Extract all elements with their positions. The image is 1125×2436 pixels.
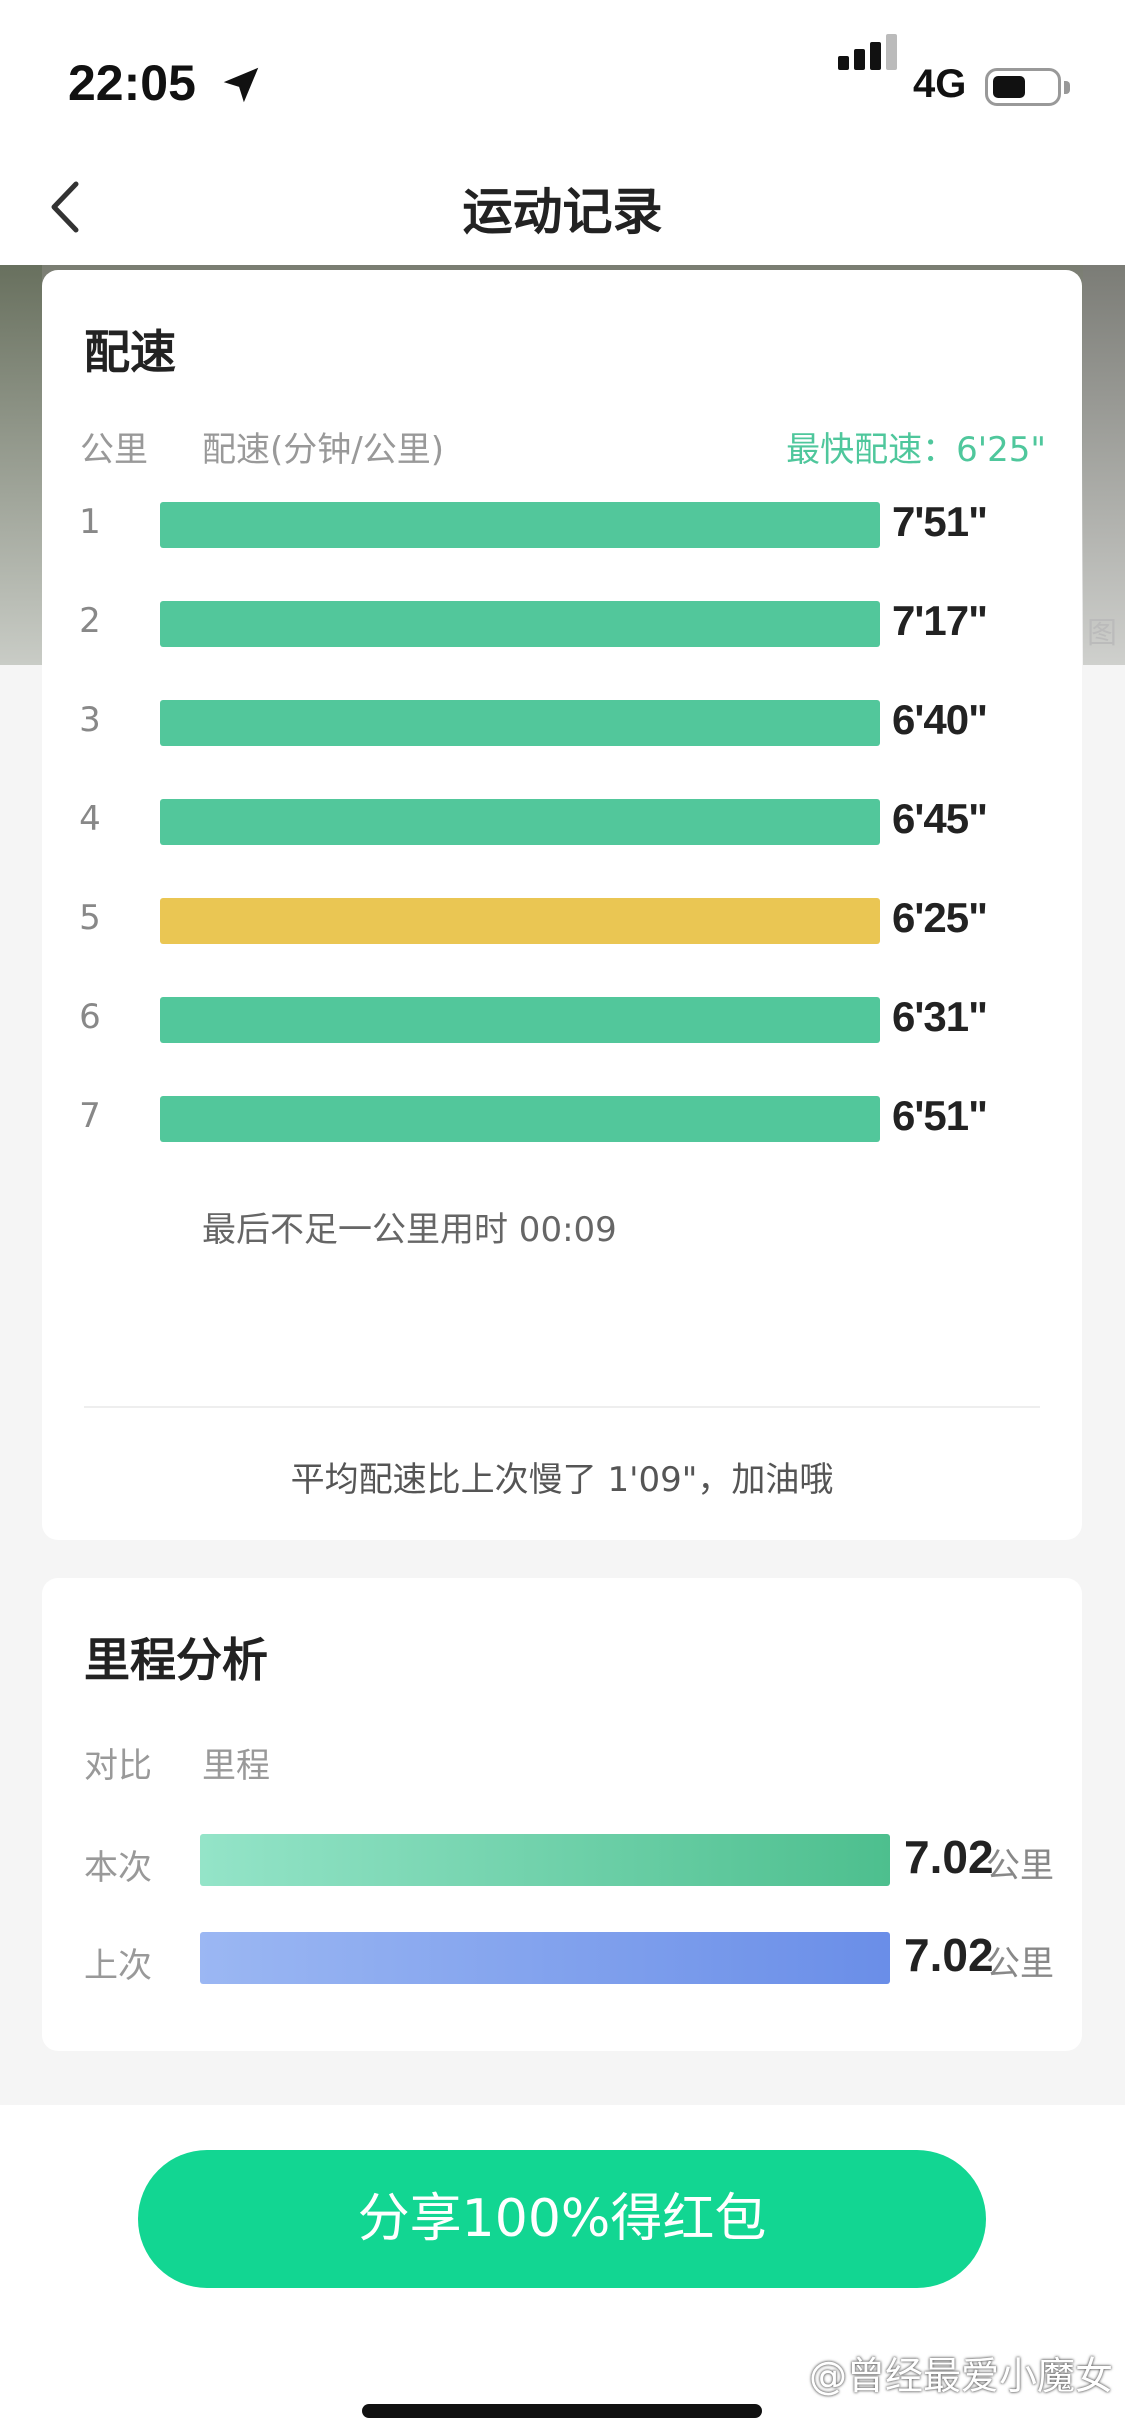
mileage-card: 里程分析 对比 里程 本次 7.02 公里 上次 7.02 公里: [42, 1578, 1082, 2051]
page-title: 运动记录: [462, 183, 663, 241]
mileage-card-title: 里程分析: [84, 1633, 268, 1687]
pace-row-km: 6: [79, 997, 101, 1037]
mileage-column-header: 里程: [202, 1746, 270, 1786]
last-segment-time: 最后不足一公里用时 00:09: [202, 1210, 617, 1250]
pace-row-km: 5: [79, 898, 101, 938]
pace-bar: [160, 898, 880, 944]
pace-value-label: 7'17": [892, 597, 988, 644]
photo-tag: 图: [1087, 616, 1117, 651]
pace-row-km: 1: [79, 502, 101, 542]
pace-value-label: 6'45": [892, 795, 988, 842]
pace-bar: [160, 1096, 880, 1142]
pace-card: 配速 公里 配速(分钟/公里) 最快配速：6'25" 1 7'51" 2 7'17" 3…: [42, 270, 1082, 1540]
mileage-row-label: 本次: [84, 1848, 152, 1888]
pace-bar: [160, 799, 880, 845]
mileage-bar: [200, 1932, 890, 1984]
km-column-header: 公里: [80, 430, 148, 470]
bottom-action-area: 分享100%得红包 @曾经最爱小魔女: [0, 2105, 1125, 2436]
mileage-value: 7.02: [904, 1831, 994, 1883]
mileage-value: 7.02: [904, 1929, 994, 1981]
pace-column-header: 配速(分钟/公里): [202, 430, 444, 470]
status-bar: 22:05 4G: [0, 0, 1125, 150]
pace-row-km: 2: [79, 601, 101, 641]
network-type: 4G: [913, 62, 967, 106]
nav-bar: 运动记录: [0, 150, 1125, 265]
location-arrow-icon: [223, 67, 259, 103]
watermark: @曾经最爱小魔女: [808, 2354, 1113, 2398]
pace-value-label: 7'51": [892, 498, 988, 545]
mileage-unit: 公里: [986, 1846, 1054, 1886]
fastest-pace-value: 6'25": [956, 430, 1046, 470]
pace-compare-text: 平均配速比上次慢了 1'09"，加油哦: [290, 1460, 834, 1500]
pace-row-km: 7: [79, 1096, 101, 1136]
mileage-bar: [200, 1834, 890, 1886]
fastest-pace: 最快配速：6'25": [786, 422, 1046, 471]
pace-row-km: 4: [79, 799, 101, 839]
pace-value-label: 6'25": [892, 894, 988, 941]
status-time: 22:05: [68, 55, 196, 111]
home-indicator[interactable]: [362, 2404, 762, 2418]
pace-divider: [84, 1406, 1040, 1408]
pace-value-label: 6'31": [892, 993, 988, 1040]
battery-icon: [985, 68, 1070, 106]
mileage-row-label: 上次: [84, 1946, 152, 1986]
share-red-packet-button[interactable]: 分享100%得红包: [138, 2150, 986, 2288]
compare-column-header: 对比: [84, 1746, 152, 1786]
pace-value-label: 6'51": [892, 1092, 988, 1139]
pace-bar: [160, 502, 880, 548]
pace-bar: [160, 700, 880, 746]
pace-row-km: 3: [79, 700, 101, 740]
pace-bar: [160, 997, 880, 1043]
pace-bar: [160, 601, 880, 647]
fastest-pace-label: 最快配速：: [786, 430, 957, 470]
mileage-unit: 公里: [986, 1944, 1054, 1984]
pace-card-title: 配速: [84, 325, 176, 379]
pace-value-label: 6'40": [892, 696, 988, 743]
